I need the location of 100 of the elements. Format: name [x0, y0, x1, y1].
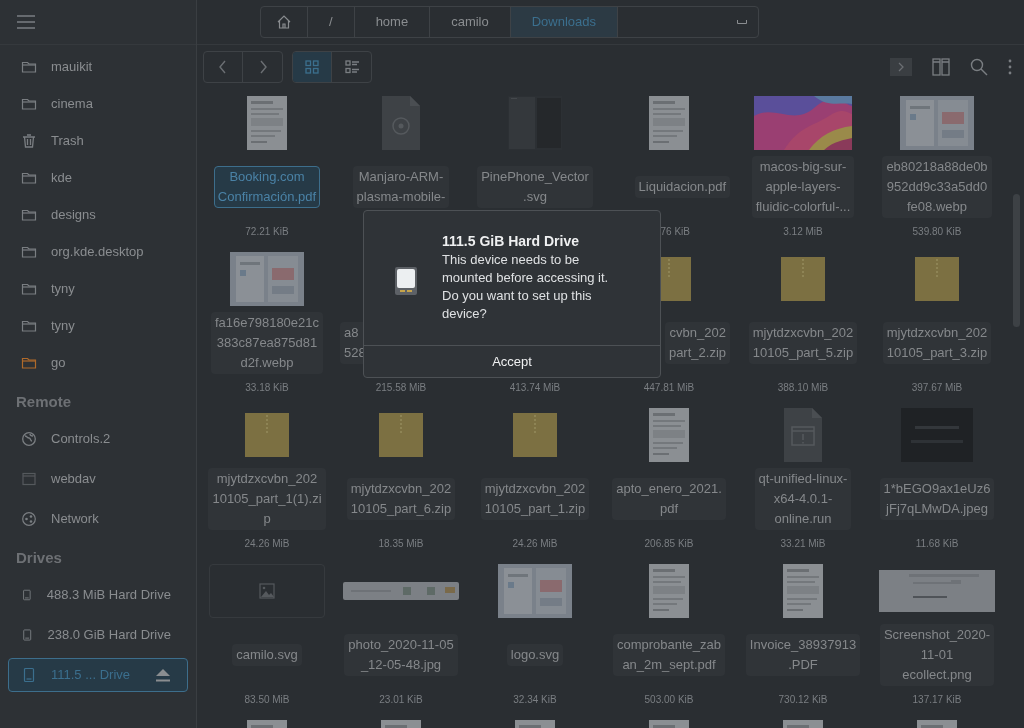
sidebar-item[interactable]: cinema — [8, 87, 188, 121]
file-size: 397.67 MiB — [911, 380, 963, 395]
file-size: 3.12 MiB — [783, 224, 823, 239]
dialog-message: This device needs to be mounted before accessing it. Do you want to set up this device? — [442, 251, 609, 323]
file-name[interactable]: cvbn_202 part_2.zip — [664, 322, 730, 364]
file-name[interactable]: macos-big-sur- apple-layers- fluidic-colorful-... — [751, 156, 855, 218]
file-size: 206.85 KiB — [644, 536, 694, 551]
image-placeholder-icon — [259, 583, 275, 599]
file-size: 539.80 KiB — [912, 224, 962, 239]
list-icon — [344, 60, 359, 74]
share-icon — [21, 511, 37, 527]
file-name[interactable]: mjytdzxcvbn_202 10105_part_1.zip — [480, 478, 590, 520]
file-size: 388.10 MiB — [777, 380, 829, 395]
trash-icon — [21, 133, 37, 149]
file-size: 23.01 KiB — [379, 692, 423, 707]
executable-file-icon — [784, 408, 822, 462]
file-size: 72.21 KiB — [245, 224, 289, 239]
folder-icon — [21, 355, 37, 371]
section-header: Drives — [15, 547, 63, 568]
sidebar-item[interactable]: org.kde.desktop — [8, 235, 188, 269]
archive-icon — [513, 413, 557, 457]
sidebar-item[interactable]: tyny — [8, 309, 188, 343]
file-size: 215.58 MiB — [375, 380, 427, 395]
archive-icon — [781, 257, 825, 301]
sidebar-item[interactable]: Network — [8, 502, 188, 536]
file-name[interactable]: apto_enero_2021. pdf — [612, 478, 726, 520]
hard-drive-icon — [395, 267, 417, 295]
breadcrumb-item[interactable]: Downloads — [510, 7, 619, 37]
menu-icon[interactable] — [1008, 59, 1012, 75]
folder-icon — [21, 96, 37, 112]
sidebar-item[interactable]: 488.3 MiB Hard Drive — [8, 578, 188, 612]
sidebar-item[interactable]: Controls.2 — [8, 422, 188, 456]
file-size: 413.74 MiB — [509, 380, 561, 395]
file-size: 83.50 MiB — [244, 692, 290, 707]
chevron-left-icon — [218, 60, 228, 74]
breadcrumb-item[interactable]: / — [308, 7, 355, 37]
file-name[interactable]: camilo.svg — [232, 644, 302, 666]
breadcrumb-item[interactable]: home — [354, 7, 431, 37]
file-name[interactable]: Screenshot_2020- 11-01 ecollect.png — [879, 624, 995, 686]
file-name[interactable]: mjytdzxcvbn_202 10105_part_3.zip — [882, 322, 992, 364]
file-size: 33.18 KiB — [245, 380, 289, 395]
file-name[interactable]: Liquidacion.pdf — [634, 176, 730, 198]
file-size: 33.21 MiB — [780, 536, 826, 551]
sidebar-item[interactable]: mauikit — [8, 50, 188, 84]
file-size: 18.35 MiB — [378, 536, 424, 551]
archive-icon — [915, 257, 959, 301]
file-name[interactable]: Booking.com Confirmación.pdf — [213, 166, 321, 208]
file-size: 24.26 MiB — [512, 536, 558, 551]
file-name[interactable]: eb80218a88de0b 952dd9c33a5dd0 fe08.webp — [882, 156, 992, 218]
file-size: 76 KiB — [660, 224, 690, 239]
home-icon — [276, 14, 292, 30]
file-name[interactable]: logo.svg — [506, 644, 564, 666]
file-name[interactable]: 1*bEGO9ax1eUz6 jFj7qLMwDA.jpeg — [879, 478, 995, 520]
file-name[interactable]: mjytdzxcvbn_202 10105_part_6.zip — [346, 478, 456, 520]
edit-icon[interactable] — [737, 20, 747, 24]
sidebar-item[interactable]: 238.0 GiB Hard Drive — [8, 618, 188, 652]
file-name[interactable]: PinePhone_Vector .svg — [477, 166, 593, 208]
sidebar-item[interactable]: designs — [8, 198, 188, 232]
sidebar-item[interactable]: 111.5 ... Drive — [8, 658, 188, 692]
accept-button[interactable]: Accept — [364, 345, 660, 377]
file-size: 11.68 KiB — [915, 536, 959, 551]
breadcrumb-item[interactable]: camilo — [430, 7, 511, 37]
search-icon[interactable] — [970, 58, 988, 76]
file-name[interactable]: mjytdzxcvbn_202 10105_part_5.zip — [748, 322, 858, 364]
file-name[interactable]: mjytdzxcvbn_202 10105_part_1(1).zi p — [208, 468, 326, 530]
section-header: Remote — [15, 391, 72, 412]
eject-icon[interactable] — [155, 668, 171, 682]
window-icon — [21, 471, 37, 487]
file-name[interactable]: qt-unified-linux- x64-4.0.1- online.run — [754, 468, 852, 530]
folder-icon — [21, 244, 37, 260]
folder-icon — [21, 207, 37, 223]
archive-icon — [379, 413, 423, 457]
grid-view-button[interactable] — [293, 52, 332, 82]
folder-icon — [21, 59, 37, 75]
archive-icon — [245, 413, 289, 457]
split-view-icon[interactable] — [932, 58, 950, 76]
file-size: 32.34 KiB — [513, 692, 557, 707]
file-name[interactable]: Invoice_38937913 .PDF — [745, 634, 861, 676]
sidebar-item[interactable]: Trash — [8, 124, 188, 158]
menu-icon[interactable] — [17, 15, 35, 29]
file-name[interactable]: Manjaro-ARM- plasma-mobile- — [352, 166, 450, 208]
file-name[interactable]: fa16e798180e21c 383c87ea875d81 d2f.webp — [210, 312, 324, 374]
chevron-right-icon — [257, 60, 268, 74]
file-size: 24.26 MiB — [244, 536, 290, 551]
disc-file-icon — [382, 96, 420, 150]
sidebar-item[interactable]: go — [8, 346, 188, 380]
file-name[interactable]: comprobante_zab an_2m_sept.pdf — [612, 634, 726, 676]
sidebar-item[interactable]: kde — [8, 161, 188, 195]
sidebar-item[interactable]: webdav — [8, 462, 188, 496]
folder-icon — [21, 318, 37, 334]
folder-icon — [21, 281, 37, 297]
folder-icon — [21, 170, 37, 186]
drive-icon — [21, 667, 37, 683]
terminal-icon[interactable] — [890, 58, 912, 76]
file-size: 503.00 KiB — [644, 692, 694, 707]
file-size: 447.81 MiB — [643, 380, 695, 395]
sidebar-item[interactable]: tyny — [8, 272, 188, 306]
drive-icon — [21, 627, 34, 643]
drive-icon — [21, 587, 33, 603]
file-name[interactable]: photo_2020-11-05 _12-05-48.jpg — [344, 634, 458, 676]
